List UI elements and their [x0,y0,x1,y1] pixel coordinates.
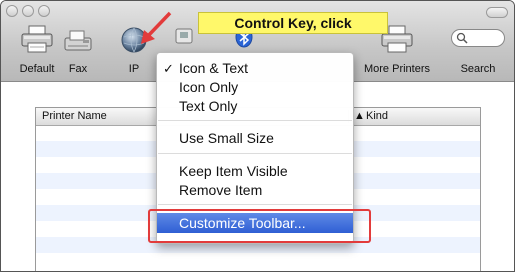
toolbar-search-button[interactable]: Search [447,21,509,77]
checkmark-icon: ✓ [163,61,174,76]
printer-icon [21,25,53,53]
column-header-printer-name[interactable]: Printer Name [42,109,107,124]
fax-icon [64,30,92,51]
toolbar-toggle-button[interactable] [486,7,508,18]
toolbar-fax-button[interactable]: Fax [61,21,95,77]
windows-printer-icon [175,28,193,44]
toolbar-search-label: Search [460,63,496,75]
annotation-callout: Control Key, click [198,12,388,34]
zoom-window-button[interactable] [38,5,50,17]
annotation-arrow-icon [141,11,172,44]
toolbar-default-button[interactable]: Default [13,21,61,77]
toolbar-more-printers-label: More Printers [363,63,431,75]
close-window-button[interactable] [6,5,18,17]
menu-separator [158,120,352,121]
search-field[interactable] [451,29,505,47]
toolbar-default-label: Default [19,63,55,75]
column-header-kind[interactable]: Kind [366,109,388,124]
sort-ascending-icon: ▲ [354,110,365,122]
toolbar-fax-label: Fax [68,63,88,75]
menu-item-keep-item-visible[interactable]: Keep Item Visible [157,162,353,181]
menu-item-remove-item[interactable]: Remove Item [157,181,353,200]
annotation-highlight-box [148,209,371,243]
minimize-window-button[interactable] [22,5,34,17]
table-row[interactable] [36,253,480,269]
menu-item-icon-and-text[interactable]: ✓ Icon & Text [157,59,353,78]
menu-separator [158,204,352,205]
toolbar-ip-label: IP [128,63,140,75]
search-icon [456,32,468,44]
menu-item-use-small-size[interactable]: Use Small Size [157,129,353,148]
menu-item-icon-only[interactable]: Icon Only [157,78,353,97]
menu-separator [158,153,352,154]
menu-item-text-only[interactable]: Text Only [157,97,353,116]
